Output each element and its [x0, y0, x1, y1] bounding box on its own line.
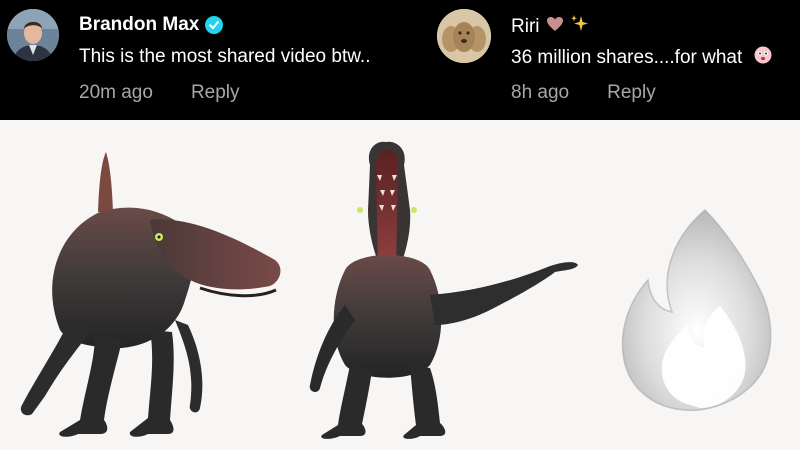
comment-brandon-max: Brandon Max This is the most shared vide…: [0, 0, 432, 120]
author-row: Brandon Max: [79, 14, 224, 36]
heart-icon: [546, 16, 564, 38]
reply-button[interactable]: Reply: [191, 82, 240, 104]
avatar-riri[interactable]: [437, 9, 491, 63]
author-name[interactable]: Riri: [511, 16, 540, 38]
comment-text: This is the most shared video btw..: [79, 46, 371, 67]
video-content[interactable]: [0, 120, 800, 450]
comment-text: 36 million shares....for what: [511, 47, 743, 69]
comment-time: 20m ago: [79, 82, 153, 103]
comment-time: 8h ago: [511, 82, 570, 103]
spinosaurus-side-view: [20, 152, 281, 437]
author-row: Riri: [511, 14, 590, 40]
comments-bar: Brandon Max This is the most shared vide…: [0, 0, 800, 120]
reply-button[interactable]: Reply: [607, 82, 656, 104]
flushed-face-icon: [754, 46, 772, 70]
comment-meta: 8h ago Reply: [511, 82, 656, 104]
avatar-brandon[interactable]: [7, 9, 59, 61]
fire-icon-gray: [621, 208, 772, 412]
verified-badge-icon: [205, 16, 224, 34]
comment-riri: Riri 36 million shares....for what 8h ag…: [432, 0, 800, 120]
spinosaurus-front-view-pointing: [309, 141, 578, 439]
comment-meta: 20m ago Reply: [79, 82, 240, 104]
author-name[interactable]: Brandon Max: [79, 14, 199, 36]
sparkles-icon: [570, 14, 590, 40]
comment-text-row: 36 million shares....for what: [511, 46, 772, 70]
